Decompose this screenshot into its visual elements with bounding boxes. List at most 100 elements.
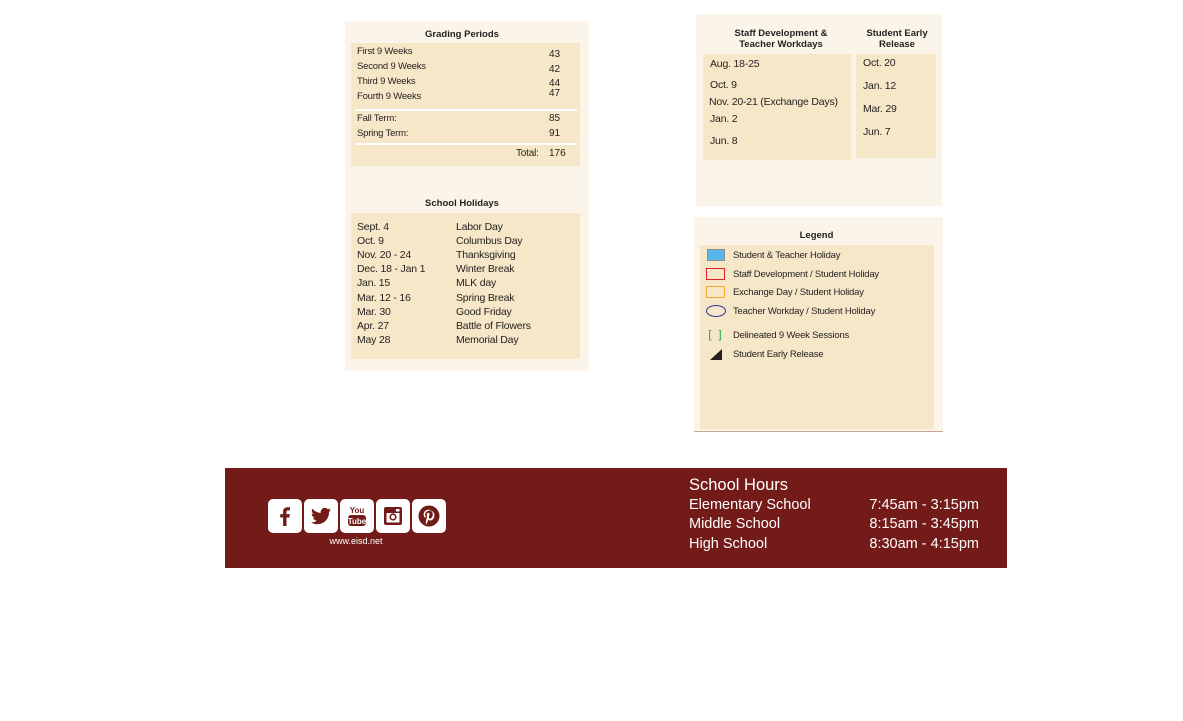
school-holidays-panel: School Holidays Sept. 4 Labor Day Oct. 9…	[345, 171, 589, 371]
social-links: You Tube	[268, 499, 446, 533]
legend-panel: Legend Student & Teacher Holiday Staff D…	[694, 217, 943, 432]
legend-label: Exchange Day / Student Holiday	[733, 286, 864, 298]
school-name: Middle School	[689, 516, 781, 532]
youtube-icon: You Tube	[348, 506, 367, 526]
period-days: 43	[549, 49, 561, 60]
early-release-date: Jun. 7	[863, 126, 891, 138]
legend-item: Student & Teacher Holiday	[706, 248, 841, 262]
period-label: Fourth 9 Weeks	[357, 91, 422, 102]
term-label: Fall Term:	[357, 113, 397, 124]
blue-square-icon	[707, 249, 725, 261]
school-holidays-title: School Holidays	[425, 198, 499, 209]
pinterest-link[interactable]	[412, 499, 446, 533]
term-days: 85	[549, 113, 561, 124]
school-name: Elementary School	[689, 497, 811, 513]
grading-periods-table: First 9 Weeks 43 Second 9 Weeks 42 Third…	[351, 43, 580, 166]
workday-date: Jan. 2	[710, 113, 738, 125]
school-name: High School	[689, 536, 768, 552]
total-label: Total:	[516, 148, 539, 159]
early-release-list: Oct. 20 Jan. 12 Mar. 29 Jun. 7	[856, 54, 936, 158]
triangle-icon	[710, 348, 722, 360]
holiday-name: Thanksgiving	[456, 249, 516, 261]
holiday-name: Labor Day	[456, 221, 503, 233]
holiday-name: Memorial Day	[456, 334, 519, 346]
facebook-link[interactable]	[268, 499, 302, 533]
early-release-date: Jan. 12	[863, 80, 897, 92]
school-time: 8:30am - 4:15pm	[869, 536, 979, 552]
period-label: Second 9 Weeks	[357, 61, 426, 72]
legend-label: Student Early Release	[733, 348, 824, 360]
staff-development-panel: Staff Development & Teacher Workdays Stu…	[696, 14, 942, 206]
term-label: Spring Term:	[357, 128, 409, 139]
title-line: Release	[879, 39, 915, 50]
twitter-icon	[311, 507, 331, 525]
early-release-date: Oct. 20	[863, 57, 896, 69]
school-holidays-list: Sept. 4 Labor Day Oct. 9 Columbus Day No…	[351, 213, 580, 359]
legend-label: Staff Development / Student Holiday	[733, 268, 879, 280]
legend-item: [ ] Delineated 9 Week Sessions	[706, 328, 849, 342]
staff-development-title: Staff Development & Teacher Workdays	[706, 28, 856, 50]
legend-item: Exchange Day / Student Holiday	[706, 285, 864, 299]
divider	[355, 143, 577, 145]
holiday-name: Columbus Day	[456, 235, 523, 247]
holiday-name: Good Friday	[456, 306, 512, 318]
orange-square-outline-icon	[706, 286, 725, 298]
pinterest-icon	[418, 505, 440, 527]
school-hours-title: School Hours	[689, 476, 789, 494]
divider	[355, 109, 577, 111]
holiday-date: Mar. 30	[357, 306, 391, 318]
holiday-date: Apr. 27	[357, 320, 389, 332]
early-release-title: Student Early Release	[856, 28, 938, 50]
twitter-link[interactable]	[304, 499, 338, 533]
period-label: Third 9 Weeks	[357, 76, 416, 87]
instagram-icon	[384, 507, 402, 525]
holiday-name: Spring Break	[456, 292, 515, 304]
bracket-icon: [ ]	[708, 328, 724, 341]
website-link[interactable]: www.eisd.net	[268, 536, 444, 546]
legend-label: Student & Teacher Holiday	[733, 249, 841, 261]
grading-periods-panel: Grading Periods First 9 Weeks 43 Second …	[345, 21, 589, 171]
title-line: Staff Development &	[734, 28, 828, 39]
holiday-date: Mar. 12 - 16	[357, 292, 411, 304]
holiday-name: Battle of Flowers	[456, 320, 531, 332]
red-square-outline-icon	[706, 268, 725, 280]
holiday-date: Nov. 20 - 24	[357, 249, 412, 261]
workday-date: Nov. 20-21 (Exchange Days)	[709, 96, 838, 108]
holiday-name: MLK day	[456, 277, 497, 289]
period-days: 47	[549, 88, 561, 99]
period-days: 42	[549, 64, 561, 75]
legend-label: Teacher Workday / Student Holiday	[733, 305, 876, 317]
school-time: 8:15am - 3:45pm	[869, 516, 979, 532]
legend-item: Teacher Workday / Student Holiday	[706, 304, 875, 318]
youtube-text-bottom: Tube	[348, 517, 367, 526]
legend-item: Student Early Release	[706, 347, 824, 361]
workday-date: Jun. 8	[710, 135, 738, 147]
title-line: Student Early	[866, 28, 928, 39]
workday-date: Aug. 18-25	[710, 58, 760, 70]
holiday-date: Sept. 4	[357, 221, 389, 233]
holiday-date: Oct. 9	[357, 235, 384, 247]
term-days: 91	[549, 128, 561, 139]
staff-development-list: Aug. 18-25 Oct. 9 Nov. 20-21 (Exchange D…	[703, 54, 851, 160]
title-line: Teacher Workdays	[739, 39, 823, 50]
total-value: 176	[549, 148, 566, 159]
footer-banner: You Tube www.eisd.net School Hours Eleme…	[225, 468, 1007, 568]
legend-label: Delineated 9 Week Sessions	[733, 329, 850, 341]
holiday-date: Jan. 15	[357, 277, 391, 289]
grading-periods-title: Grading Periods	[425, 29, 499, 40]
instagram-link[interactable]	[376, 499, 410, 533]
school-time: 7:45am - 3:15pm	[869, 497, 979, 513]
legend-title: Legend	[799, 230, 834, 241]
legend-item: Staff Development / Student Holiday	[706, 267, 879, 281]
facebook-icon	[280, 507, 290, 526]
holiday-date: Dec. 18 - Jan 1	[357, 263, 426, 275]
early-release-date: Mar. 29	[863, 103, 897, 115]
legend-list: Student & Teacher Holiday Staff Developm…	[700, 245, 934, 429]
period-label: First 9 Weeks	[357, 46, 413, 57]
youtube-text-top: You	[350, 506, 365, 515]
oval-icon	[706, 305, 726, 317]
holiday-name: Winter Break	[456, 263, 515, 275]
workday-date: Oct. 9	[710, 79, 737, 91]
holiday-date: May 28	[357, 334, 391, 346]
youtube-link[interactable]: You Tube	[340, 499, 374, 533]
